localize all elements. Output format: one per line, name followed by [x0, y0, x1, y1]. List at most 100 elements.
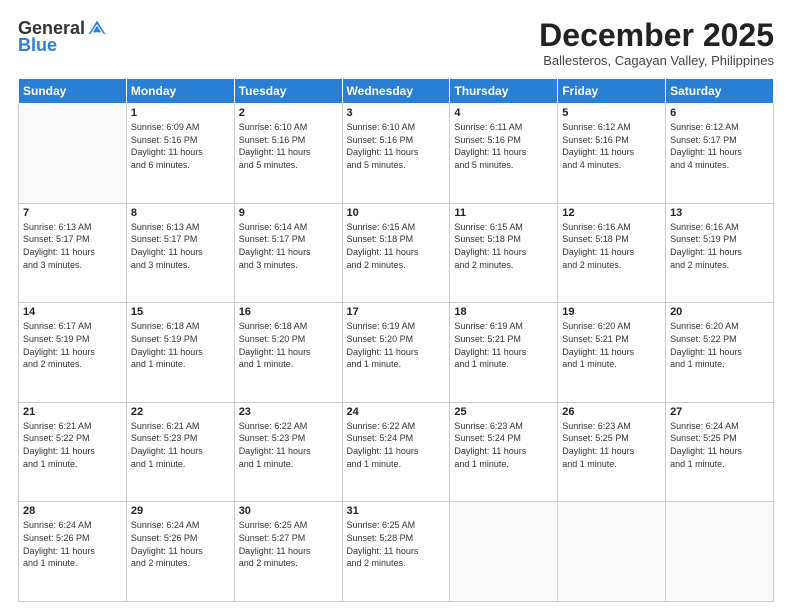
day-info: Sunrise: 6:25 AMSunset: 5:27 PMDaylight:…: [239, 519, 338, 569]
day-number: 22: [131, 406, 230, 418]
day-number: 18: [454, 306, 553, 318]
month-title: December 2025: [539, 18, 774, 53]
day-number: 9: [239, 207, 338, 219]
weekday-header-saturday: Saturday: [666, 79, 774, 104]
calendar-cell: 21 Sunrise: 6:21 AMSunset: 5:22 PMDayligh…: [19, 402, 127, 502]
day-info: Sunrise: 6:12 AMSunset: 5:16 PMDaylight:…: [562, 121, 661, 171]
day-number: 6: [670, 107, 769, 119]
day-info: Sunrise: 6:21 AMSunset: 5:23 PMDaylight:…: [131, 420, 230, 470]
day-info: Sunrise: 6:23 AMSunset: 5:25 PMDaylight:…: [562, 420, 661, 470]
calendar-table: SundayMondayTuesdayWednesdayThursdayFrid…: [18, 78, 774, 602]
day-number: 25: [454, 406, 553, 418]
day-info: Sunrise: 6:19 AMSunset: 5:21 PMDaylight:…: [454, 320, 553, 370]
header: General Blue December 2025 Ballesteros, …: [18, 18, 774, 68]
week-row-1: 1Sunrise: 6:09 AMSunset: 5:16 PMDaylight…: [19, 104, 774, 204]
week-row-2: 7 Sunrise: 6:13 AMSunset: 5:17 PMDaylight…: [19, 203, 774, 303]
day-number: 15: [131, 306, 230, 318]
calendar-cell: 23 Sunrise: 6:22 AMSunset: 5:23 PMDayligh…: [234, 402, 342, 502]
day-number: 3: [347, 107, 446, 119]
calendar-cell: 20Sunrise: 6:20 AMSunset: 5:22 PMDayligh…: [666, 303, 774, 403]
day-info: Sunrise: 6:24 AMSunset: 5:26 PMDaylight:…: [131, 519, 230, 569]
day-info: Sunrise: 6:20 AMSunset: 5:21 PMDaylight:…: [562, 320, 661, 370]
day-number: 24: [347, 406, 446, 418]
weekday-header-wednesday: Wednesday: [342, 79, 450, 104]
calendar-cell: 12 Sunrise: 6:16 AMSunset: 5:18 PMDayligh…: [558, 203, 666, 303]
day-info: Sunrise: 6:15 AMSunset: 5:18 PMDaylight:…: [347, 221, 446, 271]
week-row-5: 28 Sunrise: 6:24 AMSunset: 5:26 PMDayligh…: [19, 502, 774, 602]
day-number: 8: [131, 207, 230, 219]
day-number: 2: [239, 107, 338, 119]
calendar-cell: 31 Sunrise: 6:25 AMSunset: 5:28 PMDayligh…: [342, 502, 450, 602]
day-number: 28: [23, 505, 122, 517]
calendar-cell: 10 Sunrise: 6:15 AMSunset: 5:18 PMDayligh…: [342, 203, 450, 303]
day-number: 5: [562, 107, 661, 119]
weekday-header-friday: Friday: [558, 79, 666, 104]
calendar-cell: 6 Sunrise: 6:12 AMSunset: 5:17 PMDaylight…: [666, 104, 774, 204]
day-info: Sunrise: 6:13 AMSunset: 5:17 PMDaylight:…: [23, 221, 122, 271]
day-number: 30: [239, 505, 338, 517]
calendar-cell: 18 Sunrise: 6:19 AMSunset: 5:21 PMDayligh…: [450, 303, 558, 403]
day-info: Sunrise: 6:25 AMSunset: 5:28 PMDaylight:…: [347, 519, 446, 569]
calendar-cell: 26 Sunrise: 6:23 AMSunset: 5:25 PMDayligh…: [558, 402, 666, 502]
day-number: 27: [670, 406, 769, 418]
week-row-3: 14Sunrise: 6:17 AMSunset: 5:19 PMDayligh…: [19, 303, 774, 403]
day-info: Sunrise: 6:18 AMSunset: 5:19 PMDaylight:…: [131, 320, 230, 370]
day-info: Sunrise: 6:24 AMSunset: 5:25 PMDaylight:…: [670, 420, 769, 470]
day-number: 21: [23, 406, 122, 418]
calendar-cell: 15 Sunrise: 6:18 AMSunset: 5:19 PMDayligh…: [126, 303, 234, 403]
calendar-cell: 22 Sunrise: 6:21 AMSunset: 5:23 PMDayligh…: [126, 402, 234, 502]
calendar-cell: 3 Sunrise: 6:10 AMSunset: 5:16 PMDaylight…: [342, 104, 450, 204]
day-number: 31: [347, 505, 446, 517]
location: Ballesteros, Cagayan Valley, Philippines: [539, 53, 774, 68]
weekday-header-monday: Monday: [126, 79, 234, 104]
day-info: Sunrise: 6:11 AMSunset: 5:16 PMDaylight:…: [454, 121, 553, 171]
calendar-cell: 9 Sunrise: 6:14 AMSunset: 5:17 PMDaylight…: [234, 203, 342, 303]
day-info: Sunrise: 6:18 AMSunset: 5:20 PMDaylight:…: [239, 320, 338, 370]
weekday-header-thursday: Thursday: [450, 79, 558, 104]
day-number: 10: [347, 207, 446, 219]
logo: General Blue: [18, 18, 107, 56]
day-info: Sunrise: 6:22 AMSunset: 5:24 PMDaylight:…: [347, 420, 446, 470]
day-number: 4: [454, 107, 553, 119]
calendar-cell: 5 Sunrise: 6:12 AMSunset: 5:16 PMDaylight…: [558, 104, 666, 204]
calendar-cell: 13Sunrise: 6:16 AMSunset: 5:19 PMDayligh…: [666, 203, 774, 303]
day-info: Sunrise: 6:24 AMSunset: 5:26 PMDaylight:…: [23, 519, 122, 569]
calendar-cell: 14Sunrise: 6:17 AMSunset: 5:19 PMDayligh…: [19, 303, 127, 403]
calendar-cell: [19, 104, 127, 204]
day-info: Sunrise: 6:10 AMSunset: 5:16 PMDaylight:…: [347, 121, 446, 171]
week-row-4: 21 Sunrise: 6:21 AMSunset: 5:22 PMDayligh…: [19, 402, 774, 502]
calendar-cell: 16Sunrise: 6:18 AMSunset: 5:20 PMDayligh…: [234, 303, 342, 403]
calendar-cell: 8 Sunrise: 6:13 AMSunset: 5:17 PMDaylight…: [126, 203, 234, 303]
logo-icon: [87, 19, 107, 39]
day-number: 29: [131, 505, 230, 517]
day-info: Sunrise: 6:13 AMSunset: 5:17 PMDaylight:…: [131, 221, 230, 271]
day-info: Sunrise: 6:12 AMSunset: 5:17 PMDaylight:…: [670, 121, 769, 171]
day-number: 14: [23, 306, 122, 318]
calendar-cell: 28 Sunrise: 6:24 AMSunset: 5:26 PMDayligh…: [19, 502, 127, 602]
day-number: 12: [562, 207, 661, 219]
logo-blue-text: Blue: [18, 35, 57, 56]
day-number: 7: [23, 207, 122, 219]
day-number: 11: [454, 207, 553, 219]
day-info: Sunrise: 6:14 AMSunset: 5:17 PMDaylight:…: [239, 221, 338, 271]
day-info: Sunrise: 6:21 AMSunset: 5:22 PMDaylight:…: [23, 420, 122, 470]
day-number: 23: [239, 406, 338, 418]
calendar-cell: 7 Sunrise: 6:13 AMSunset: 5:17 PMDaylight…: [19, 203, 127, 303]
day-number: 13: [670, 207, 769, 219]
day-info: Sunrise: 6:19 AMSunset: 5:20 PMDaylight:…: [347, 320, 446, 370]
day-info: Sunrise: 6:15 AMSunset: 5:18 PMDaylight:…: [454, 221, 553, 271]
day-info: Sunrise: 6:20 AMSunset: 5:22 PMDaylight:…: [670, 320, 769, 370]
calendar-cell: [558, 502, 666, 602]
day-info: Sunrise: 6:10 AMSunset: 5:16 PMDaylight:…: [239, 121, 338, 171]
calendar-cell: 4 Sunrise: 6:11 AMSunset: 5:16 PMDaylight…: [450, 104, 558, 204]
calendar-cell: [666, 502, 774, 602]
calendar-cell: 30 Sunrise: 6:25 AMSunset: 5:27 PMDayligh…: [234, 502, 342, 602]
calendar-cell: 17 Sunrise: 6:19 AMSunset: 5:20 PMDayligh…: [342, 303, 450, 403]
day-number: 17: [347, 306, 446, 318]
title-section: December 2025 Ballesteros, Cagayan Valle…: [539, 18, 774, 68]
day-number: 26: [562, 406, 661, 418]
calendar-cell: 24 Sunrise: 6:22 AMSunset: 5:24 PMDayligh…: [342, 402, 450, 502]
day-info: Sunrise: 6:22 AMSunset: 5:23 PMDaylight:…: [239, 420, 338, 470]
day-info: Sunrise: 6:16 AMSunset: 5:18 PMDaylight:…: [562, 221, 661, 271]
calendar-cell: 2 Sunrise: 6:10 AMSunset: 5:16 PMDaylight…: [234, 104, 342, 204]
